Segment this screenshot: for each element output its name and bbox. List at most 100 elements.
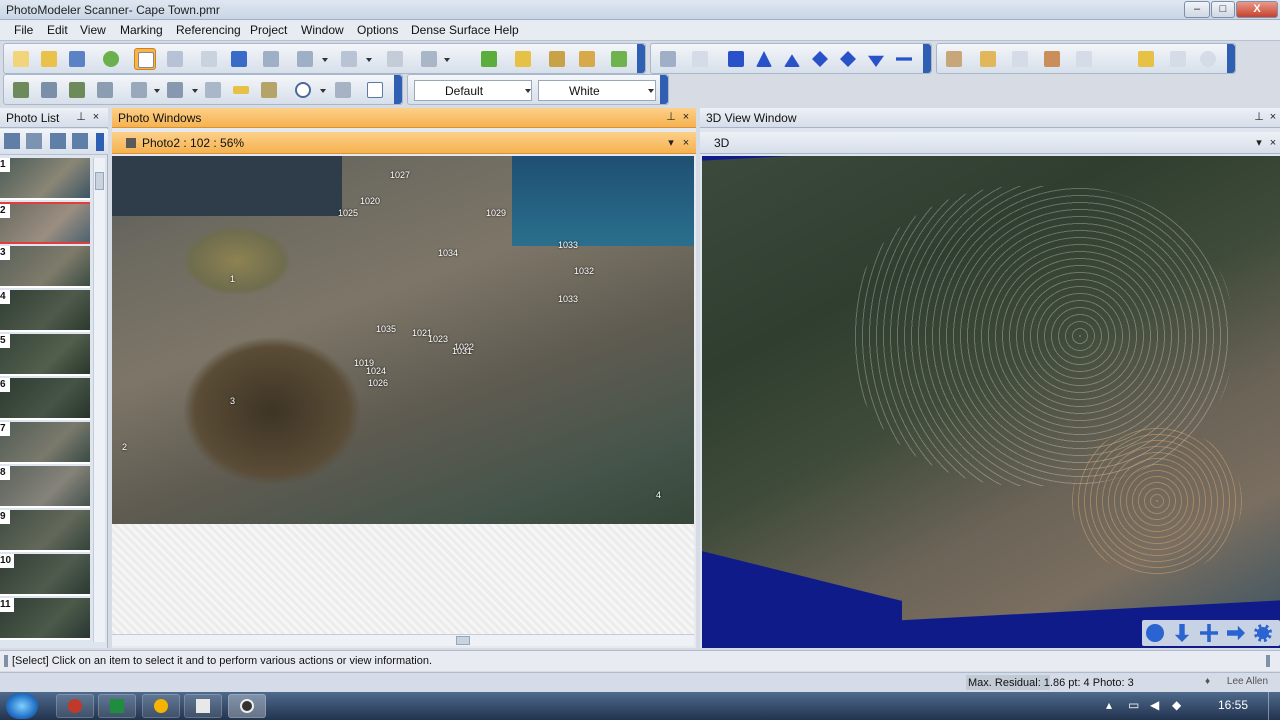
- toolbar-surface-grip[interactable]: [1227, 44, 1235, 73]
- thumb-photo-3[interactable]: 3: [0, 246, 90, 288]
- photo-view-2-button[interactable]: [38, 79, 60, 101]
- curve-dropdown-icon[interactable]: [322, 58, 328, 62]
- export-button[interactable]: [1135, 48, 1157, 70]
- point-label[interactable]: 1032: [574, 266, 594, 276]
- menu-help[interactable]: Help: [494, 23, 519, 37]
- photo-image-view[interactable]: 1027 1025 1020 1029 1033 1034 1032 1033 …: [112, 156, 694, 524]
- photo-list-open-icon[interactable]: [72, 133, 88, 149]
- menu-edit[interactable]: Edit: [47, 23, 68, 37]
- thumb-photo-1[interactable]: 1: [0, 158, 90, 200]
- report-button[interactable]: [546, 48, 568, 70]
- photo-list-filter-icon[interactable]: [50, 133, 66, 149]
- menu-marking[interactable]: Marking: [120, 23, 163, 37]
- show-desktop-button[interactable]: [1268, 692, 1280, 720]
- photo-tab-label[interactable]: Photo2 : 102 : 56%: [142, 136, 244, 150]
- photo-list-sort-icon[interactable]: [26, 133, 42, 149]
- view-button[interactable]: [657, 48, 679, 70]
- thumb-photo-11[interactable]: 11: [0, 598, 90, 640]
- texture-button[interactable]: [1073, 48, 1095, 70]
- point-label[interactable]: 1035: [376, 324, 396, 334]
- process-button[interactable]: [478, 48, 500, 70]
- select-mode-button[interactable]: [134, 48, 156, 70]
- mesh-button[interactable]: [977, 48, 999, 70]
- move-right-icon[interactable]: [1227, 625, 1245, 641]
- cube-flat-button[interactable]: [893, 48, 915, 70]
- tray-app-icon[interactable]: ◆: [1172, 698, 1181, 712]
- edge-tool-button[interactable]: [384, 48, 406, 70]
- rotate-icon[interactable]: [1146, 624, 1164, 642]
- menu-window[interactable]: Window: [301, 23, 344, 37]
- measure-button[interactable]: [512, 48, 534, 70]
- cube-bottom-button[interactable]: [865, 48, 887, 70]
- photo-tab-close-button[interactable]: ×: [679, 136, 693, 150]
- toolbar-grip[interactable]: [637, 44, 645, 73]
- taskbar-app-photomodeler[interactable]: [228, 694, 266, 718]
- 3d-viewport[interactable]: [702, 156, 1280, 648]
- menu-file[interactable]: File: [14, 23, 33, 37]
- wand-button[interactable]: [576, 48, 598, 70]
- maximize-button[interactable]: □: [1211, 1, 1235, 18]
- close-button[interactable]: X: [1236, 1, 1278, 18]
- minimize-button[interactable]: –: [1184, 1, 1210, 18]
- settings-button[interactable]: [1197, 48, 1219, 70]
- pin-icon[interactable]: ⊥: [74, 110, 88, 124]
- toolbar-3d-grip[interactable]: [923, 44, 931, 73]
- thumb-photo-8[interactable]: 8: [0, 466, 90, 508]
- start-button[interactable]: [6, 693, 38, 719]
- point-label[interactable]: 1024: [366, 366, 386, 376]
- 3d-view-close-button[interactable]: ×: [1266, 110, 1280, 124]
- photo-view-1-button[interactable]: [10, 79, 32, 101]
- thumb-photo-7[interactable]: 7: [0, 422, 90, 464]
- thumb-photo-6[interactable]: 6: [0, 378, 90, 420]
- mesh-disabled-button[interactable]: [1009, 48, 1031, 70]
- 3d-view-pin-icon[interactable]: ⊥: [1252, 110, 1266, 124]
- photo-windows-close-button[interactable]: ×: [679, 110, 693, 124]
- tray-chevron-icon[interactable]: ▴: [1106, 698, 1112, 712]
- thumb-photo-2[interactable]: 2: [0, 202, 90, 244]
- edit-mesh-button[interactable]: [1041, 48, 1063, 70]
- point-label[interactable]: 1034: [438, 248, 458, 258]
- point-label[interactable]: 1025: [338, 208, 358, 218]
- photo-list-view-icon[interactable]: [4, 133, 20, 149]
- point-label[interactable]: 1023: [428, 334, 448, 344]
- ruler-button[interactable]: [230, 79, 252, 101]
- export-disabled-button[interactable]: [1167, 48, 1189, 70]
- point-label[interactable]: 1031: [452, 346, 472, 356]
- photo-list-grip[interactable]: [96, 133, 104, 151]
- photo-horizontal-scrollbar[interactable]: [112, 634, 694, 646]
- color-combo[interactable]: White: [538, 80, 656, 101]
- thumb-photo-9[interactable]: 9: [0, 510, 90, 552]
- taskbar-app-paint[interactable]: [56, 694, 94, 718]
- save-project-button[interactable]: [66, 48, 88, 70]
- point-label[interactable]: 1020: [360, 196, 380, 206]
- point-label[interactable]: 1033: [558, 294, 578, 304]
- thumb-photo-10[interactable]: 10: [0, 554, 90, 596]
- move-down-icon[interactable]: [1174, 624, 1190, 642]
- taskbar-app-excel[interactable]: [98, 694, 136, 718]
- point-label[interactable]: 2: [122, 442, 127, 452]
- curve-tool-button[interactable]: [294, 48, 316, 70]
- menu-dense-surface[interactable]: Dense Surface: [411, 23, 490, 37]
- zoom-button[interactable]: [292, 79, 314, 101]
- mark-points-button[interactable]: [164, 48, 186, 70]
- 3d-tab-dropdown-icon[interactable]: ▾: [1252, 136, 1266, 150]
- point-label[interactable]: 3: [230, 396, 235, 406]
- zoom-fit-button[interactable]: [332, 79, 354, 101]
- photo-list-scroll-thumb[interactable]: [95, 172, 104, 190]
- gear-icon[interactable]: [1254, 624, 1272, 642]
- 3d-tab-label[interactable]: 3D: [714, 136, 729, 150]
- point-label[interactable]: 1026: [368, 378, 388, 388]
- thumb-photo-4[interactable]: 4: [0, 290, 90, 332]
- cube-front-button[interactable]: [725, 48, 747, 70]
- point-label[interactable]: 4: [656, 490, 661, 500]
- toolbar-display-grip[interactable]: [660, 75, 668, 104]
- add-point-button[interactable]: [228, 48, 250, 70]
- clock[interactable]: 16:55: [1218, 698, 1248, 712]
- photo-view-3-button[interactable]: [66, 79, 88, 101]
- menu-options[interactable]: Options: [357, 23, 398, 37]
- tools-button[interactable]: [943, 48, 965, 70]
- menu-view[interactable]: View: [80, 23, 106, 37]
- surface-tool-button[interactable]: [338, 48, 360, 70]
- point-label[interactable]: 1: [230, 274, 235, 284]
- undo-button[interactable]: [100, 48, 122, 70]
